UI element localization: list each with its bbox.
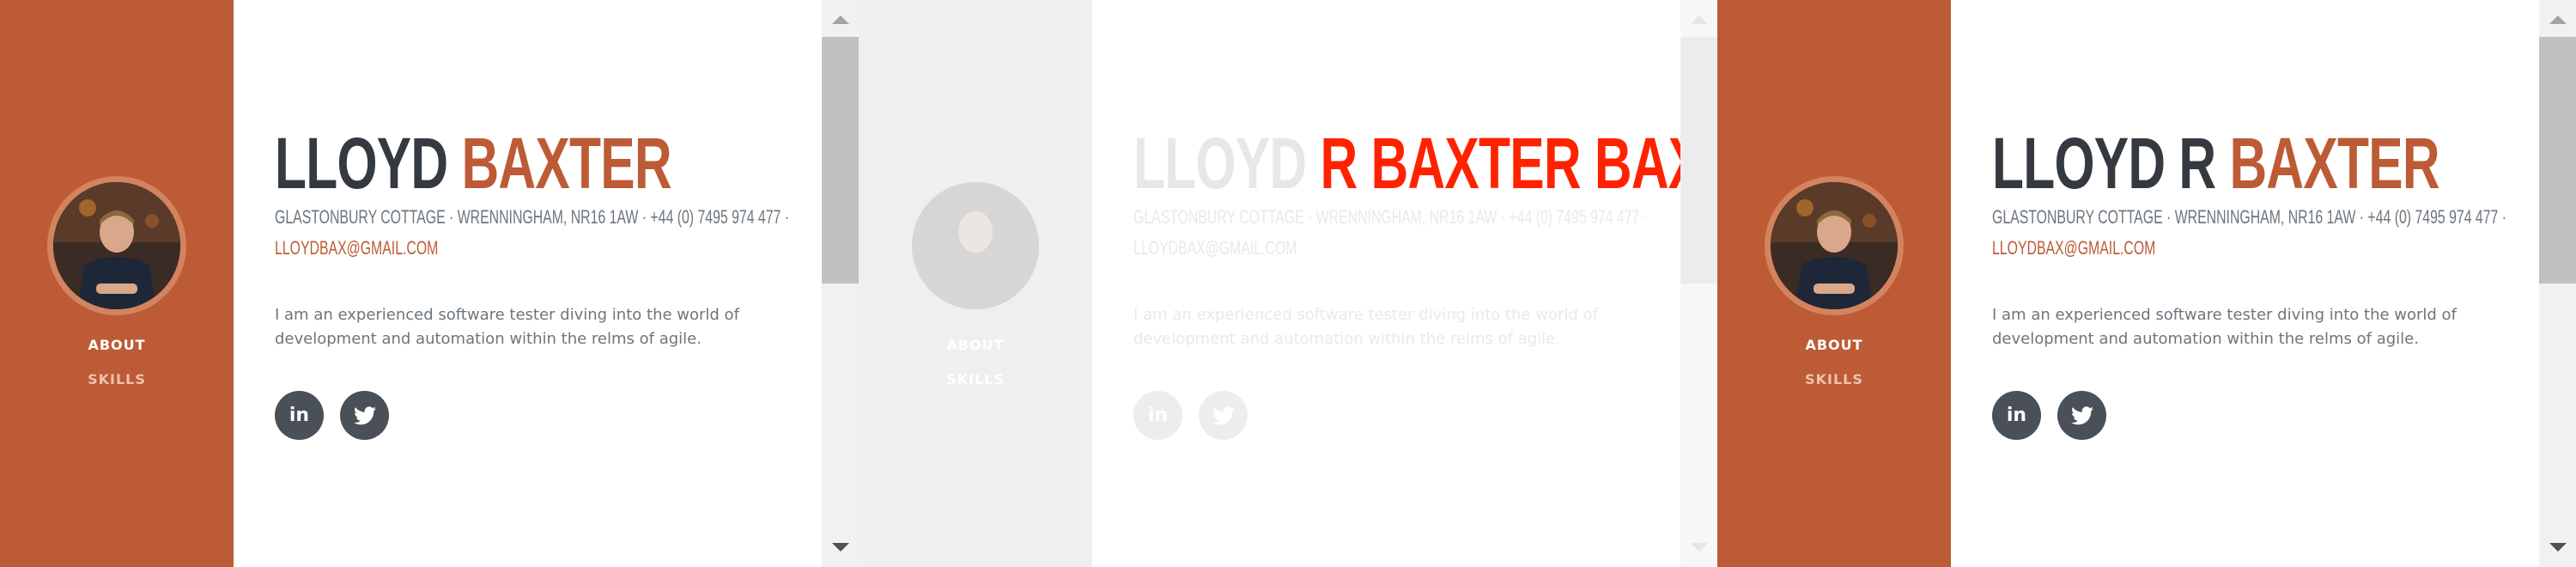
sidebar: ABOUT SKILLS	[0, 0, 234, 567]
nav-about[interactable]: ABOUT	[1717, 337, 1951, 353]
email-link[interactable]: LLOYDBAX@GMAIL.COM	[1133, 237, 1297, 259]
diff-highlight: R BAXTER BAXTER	[1320, 120, 1717, 206]
nav-skills[interactable]: SKILLS	[1717, 371, 1951, 387]
linkedin-icon: in	[289, 405, 310, 426]
scrollbar-thumb[interactable]	[1680, 37, 1717, 284]
scrollbar[interactable]	[2539, 0, 2576, 567]
scroll-down-arrow-icon[interactable]	[832, 543, 849, 552]
linkedin-icon: in	[1147, 405, 1169, 426]
scrollbar[interactable]	[822, 0, 859, 567]
email-link[interactable]: LLOYDBAX@GMAIL.COM	[1992, 237, 2155, 259]
twitter-button[interactable]	[1199, 391, 1248, 440]
sidebar: ABOUT SKILLS	[859, 0, 1092, 567]
first-name: LLOYD R	[1992, 123, 2216, 204]
twitter-button[interactable]	[340, 391, 389, 440]
baseline-screenshot-panel: ABOUT SKILLS LLOYD BAXTER GLASTONBURY CO…	[0, 0, 859, 567]
bio-text: I am an experienced software tester divi…	[275, 306, 739, 348]
linkedin-button[interactable]: in	[1992, 391, 2041, 440]
first-name: LLOYD	[275, 123, 448, 204]
main-content: LLOYD R BAXTER BAXTER GLASTONBURY COTTAG…	[1092, 0, 1717, 567]
scrollbar-thumb[interactable]	[2539, 37, 2576, 284]
nav-about[interactable]: ABOUT	[0, 337, 234, 353]
current-screenshot-panel: ABOUT SKILLS LLOYD R BAXTER GLASTONBURY …	[1717, 0, 2576, 567]
scroll-up-arrow-icon[interactable]	[2549, 15, 2567, 24]
contact-address: GLASTONBURY COTTAGE · WRENNINGHAM, NR16 …	[275, 206, 790, 228]
sidebar: ABOUT SKILLS	[1717, 0, 1951, 567]
twitter-icon	[2070, 405, 2093, 424]
twitter-icon	[353, 405, 376, 424]
linkedin-icon: in	[2006, 405, 2027, 426]
twitter-button[interactable]	[2057, 391, 2106, 440]
scroll-down-arrow-icon[interactable]	[2549, 543, 2567, 552]
avatar	[1771, 182, 1898, 309]
avatar	[912, 182, 1039, 309]
scroll-up-arrow-icon[interactable]	[1691, 15, 1708, 24]
nav-skills[interactable]: SKILLS	[0, 371, 234, 387]
bio-text: I am an experienced software tester divi…	[1992, 306, 2457, 348]
profile-name: LLOYD R BAXTER BAXTER	[1133, 120, 1717, 206]
profile-name: LLOYD R BAXTER	[1992, 120, 2440, 206]
nav-about[interactable]: ABOUT	[859, 337, 1092, 353]
linkedin-button[interactable]: in	[1133, 391, 1182, 440]
email-link[interactable]: LLOYDBAX@GMAIL.COM	[275, 237, 438, 259]
linkedin-button[interactable]: in	[275, 391, 324, 440]
avatar-photo	[912, 182, 1039, 309]
twitter-icon	[1212, 405, 1235, 424]
scroll-up-arrow-icon[interactable]	[832, 15, 849, 24]
profile-name: LLOYD BAXTER	[275, 120, 671, 206]
avatar-photo	[1771, 182, 1898, 309]
nav-skills[interactable]: SKILLS	[859, 371, 1092, 387]
last-name: BAXTER	[2229, 123, 2439, 204]
last-name-diff: R BAXTER	[1320, 123, 1581, 204]
first-name: LLOYD	[1133, 123, 1307, 204]
scrollbar[interactable]	[1680, 0, 1717, 567]
bio-text: I am an experienced software tester divi…	[1133, 306, 1598, 348]
scroll-down-arrow-icon[interactable]	[1691, 543, 1708, 552]
contact-address: GLASTONBURY COTTAGE · WRENNINGHAM, NR16 …	[1133, 206, 1649, 228]
contact-address: GLASTONBURY COTTAGE · WRENNINGHAM, NR16 …	[1992, 206, 2507, 228]
avatar-photo	[53, 182, 180, 309]
last-name: BAXTER	[461, 123, 671, 204]
main-content: LLOYD BAXTER GLASTONBURY COTTAGE · WRENN…	[234, 0, 822, 567]
avatar	[53, 182, 180, 309]
diff-screenshot-panel: ABOUT SKILLS LLOYD R BAXTER BAXTER GLAST…	[859, 0, 1717, 567]
scrollbar-thumb[interactable]	[822, 37, 859, 284]
main-content: LLOYD R BAXTER GLASTONBURY COTTAGE · WRE…	[1951, 0, 2539, 567]
